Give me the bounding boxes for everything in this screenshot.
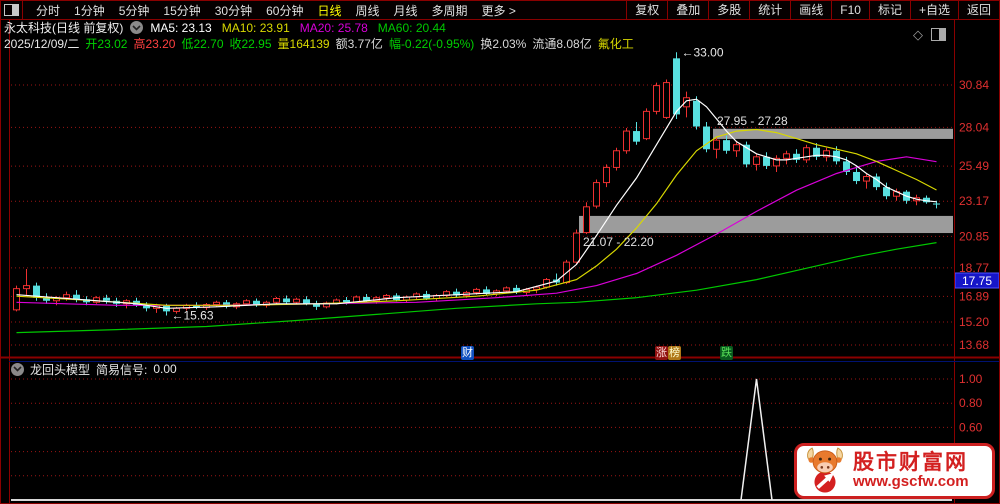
- layout-toggle-button[interactable]: [1, 1, 23, 19]
- pane-borders: [1, 19, 999, 503]
- app-window: 分时 1分钟 5分钟 15分钟 30分钟 60分钟 日线 周线 月线 多周期 更多 > 复权 叠加 多股…: [0, 0, 1000, 504]
- watermark-site-name: 股市财富网: [853, 451, 968, 475]
- menu-item-日线[interactable]: 日线: [310, 2, 348, 19]
- quote-field: 开23.02: [85, 37, 128, 51]
- svg-text:←15.63: ←15.63: [172, 308, 214, 322]
- axis-cursor-label: 17.75: [954, 272, 999, 289]
- info-bar: 永太科技(日线 前复权) MA5: 23.13 MA10: 23.91 MA20: …: [4, 20, 446, 36]
- toolbar-item-统计[interactable]: 统计: [749, 1, 790, 19]
- toolbar-item-画线[interactable]: 画线: [790, 1, 831, 19]
- svg-text:17.75: 17.75: [962, 274, 992, 288]
- indicator-name[interactable]: 龙回头模型: [30, 361, 90, 378]
- quote-field: 氟化工: [597, 37, 634, 51]
- menu-item-5分钟[interactable]: 5分钟: [112, 2, 157, 19]
- toolbar-item-+自选[interactable]: +自选: [909, 1, 958, 19]
- svg-text:25.49: 25.49: [959, 159, 989, 173]
- indicator-signal-label: 简易信号:: [96, 362, 148, 377]
- quote-field: 高23.20: [133, 37, 176, 51]
- candles: [13, 52, 940, 316]
- menubar: 分时 1分钟 5分钟 15分钟 30分钟 60分钟 日线 周线 月线 多周期 更多 > 复权 叠加 多股…: [1, 1, 999, 20]
- stock-title: 永太科技(日线 前复权): [4, 21, 124, 35]
- annotations: ←33.00 ←15.63 21.07 - 22.20 27.95 - 27.28: [172, 45, 789, 322]
- ma-legend: MA5: 23.13 MA10: 23.91 MA20: 25.78 MA60: 20…: [150, 21, 446, 35]
- quote-field: 量164139: [277, 37, 330, 51]
- toolbar-menu: 复权 叠加 多股 统计 画线 F10 标记 +自选 返回: [626, 1, 999, 19]
- svg-text:1.00: 1.00: [959, 372, 983, 386]
- svg-text:27.95 - 27.28: 27.95 - 27.28: [717, 114, 788, 128]
- svg-text:28.04: 28.04: [959, 120, 989, 134]
- panel-toggle-icon[interactable]: [931, 28, 946, 41]
- menu-item-更多 >[interactable]: 更多 >: [475, 2, 523, 19]
- chart-corner-icons: ◇: [913, 28, 946, 41]
- toolbar-item-多股[interactable]: 多股: [708, 1, 749, 19]
- menu-item-周线[interactable]: 周线: [348, 2, 386, 19]
- menu-item-1分钟[interactable]: 1分钟: [67, 2, 112, 19]
- main-chart[interactable]: 30.8428.0425.4923.1720.8518.7716.8915.20…: [1, 1, 1000, 504]
- toolbar-item-标记[interactable]: 标记: [868, 1, 910, 19]
- toolbar-item-复权[interactable]: 复权: [626, 1, 667, 19]
- indicator-signal-value: 0.00: [153, 362, 177, 376]
- svg-text:0.80: 0.80: [959, 396, 983, 410]
- quote-field: 换2.03%: [480, 37, 527, 51]
- toolbar-item-F10[interactable]: F10: [831, 1, 869, 19]
- chevron-down-icon[interactable]: [130, 21, 144, 34]
- event-marker-榜[interactable]: 榜: [668, 346, 681, 360]
- menu-item-60分钟[interactable]: 60分钟: [259, 2, 310, 19]
- svg-text:13.68: 13.68: [959, 338, 989, 352]
- quote-field: 收22.95: [229, 37, 272, 51]
- quote-field: 额3.77亿: [335, 37, 383, 51]
- diamond-marker-icon[interactable]: ◇: [913, 28, 923, 41]
- menu-item-分时[interactable]: 分时: [29, 2, 67, 19]
- price-gridlines: 30.8428.0425.4923.1720.8518.7716.8915.20…: [11, 78, 989, 352]
- bull-logo-icon: [807, 447, 843, 493]
- ma-legend-undefined: MA10: 23.91: [221, 20, 290, 35]
- menu-item-30分钟[interactable]: 30分钟: [208, 2, 259, 19]
- ma-legend-undefined: MA5: 23.13: [150, 20, 212, 35]
- svg-text:21.07 - 22.20: 21.07 - 22.20: [583, 235, 654, 249]
- toolbar-item-返回[interactable]: 返回: [957, 1, 999, 19]
- timeframe-menu: 分时 1分钟 5分钟 15分钟 30分钟 60分钟 日线 周线 月线 多周期 更多 >: [23, 2, 626, 19]
- menu-item-多周期[interactable]: 多周期: [425, 2, 475, 19]
- event-marker-财[interactable]: 财: [461, 346, 474, 360]
- quote-bar: 2025/12/09/二 开23.02 高23.20 低22.70 收22.95 量16…: [4, 36, 634, 51]
- watermark: 股市财富网 www.gscfw.com: [794, 443, 995, 499]
- quote-date: 2025/12/09/二: [4, 37, 80, 51]
- svg-text:20.85: 20.85: [959, 229, 989, 243]
- svg-text:30.84: 30.84: [959, 78, 989, 92]
- event-marker-跌[interactable]: 跌: [720, 346, 733, 360]
- chevron-down-icon[interactable]: [11, 362, 24, 376]
- menu-item-15分钟[interactable]: 15分钟: [156, 2, 207, 19]
- ma-legend-undefined: MA60: 20.44: [377, 20, 446, 35]
- watermark-site-url: www.gscfw.com: [853, 473, 969, 491]
- quote-field: 流通8.08亿: [532, 37, 592, 51]
- window-layout-icon: [4, 4, 19, 16]
- menu-item-月线[interactable]: 月线: [387, 2, 425, 19]
- svg-text:0.60: 0.60: [959, 420, 983, 434]
- svg-text:16.89: 16.89: [959, 289, 989, 303]
- toolbar-item-叠加[interactable]: 叠加: [667, 1, 708, 19]
- watermark-text: 股市财富网 www.gscfw.com: [853, 452, 969, 490]
- ma-legend-undefined: MA20: 25.78: [299, 20, 368, 35]
- svg-text:15.20: 15.20: [959, 315, 989, 329]
- svg-text:←33.00: ←33.00: [682, 45, 724, 59]
- svg-text:23.17: 23.17: [959, 194, 989, 208]
- subpanel-header: 龙回头模型 简易信号: 0.00: [11, 361, 177, 377]
- quote-field: 低22.70: [181, 37, 224, 51]
- event-marker-涨[interactable]: 涨: [655, 346, 668, 360]
- quote-fields: 开23.02 高23.20 低22.70 收22.95 量164139 额3.77亿 幅-0…: [85, 35, 633, 52]
- quote-field: 幅-0.22(-0.95%): [388, 37, 475, 51]
